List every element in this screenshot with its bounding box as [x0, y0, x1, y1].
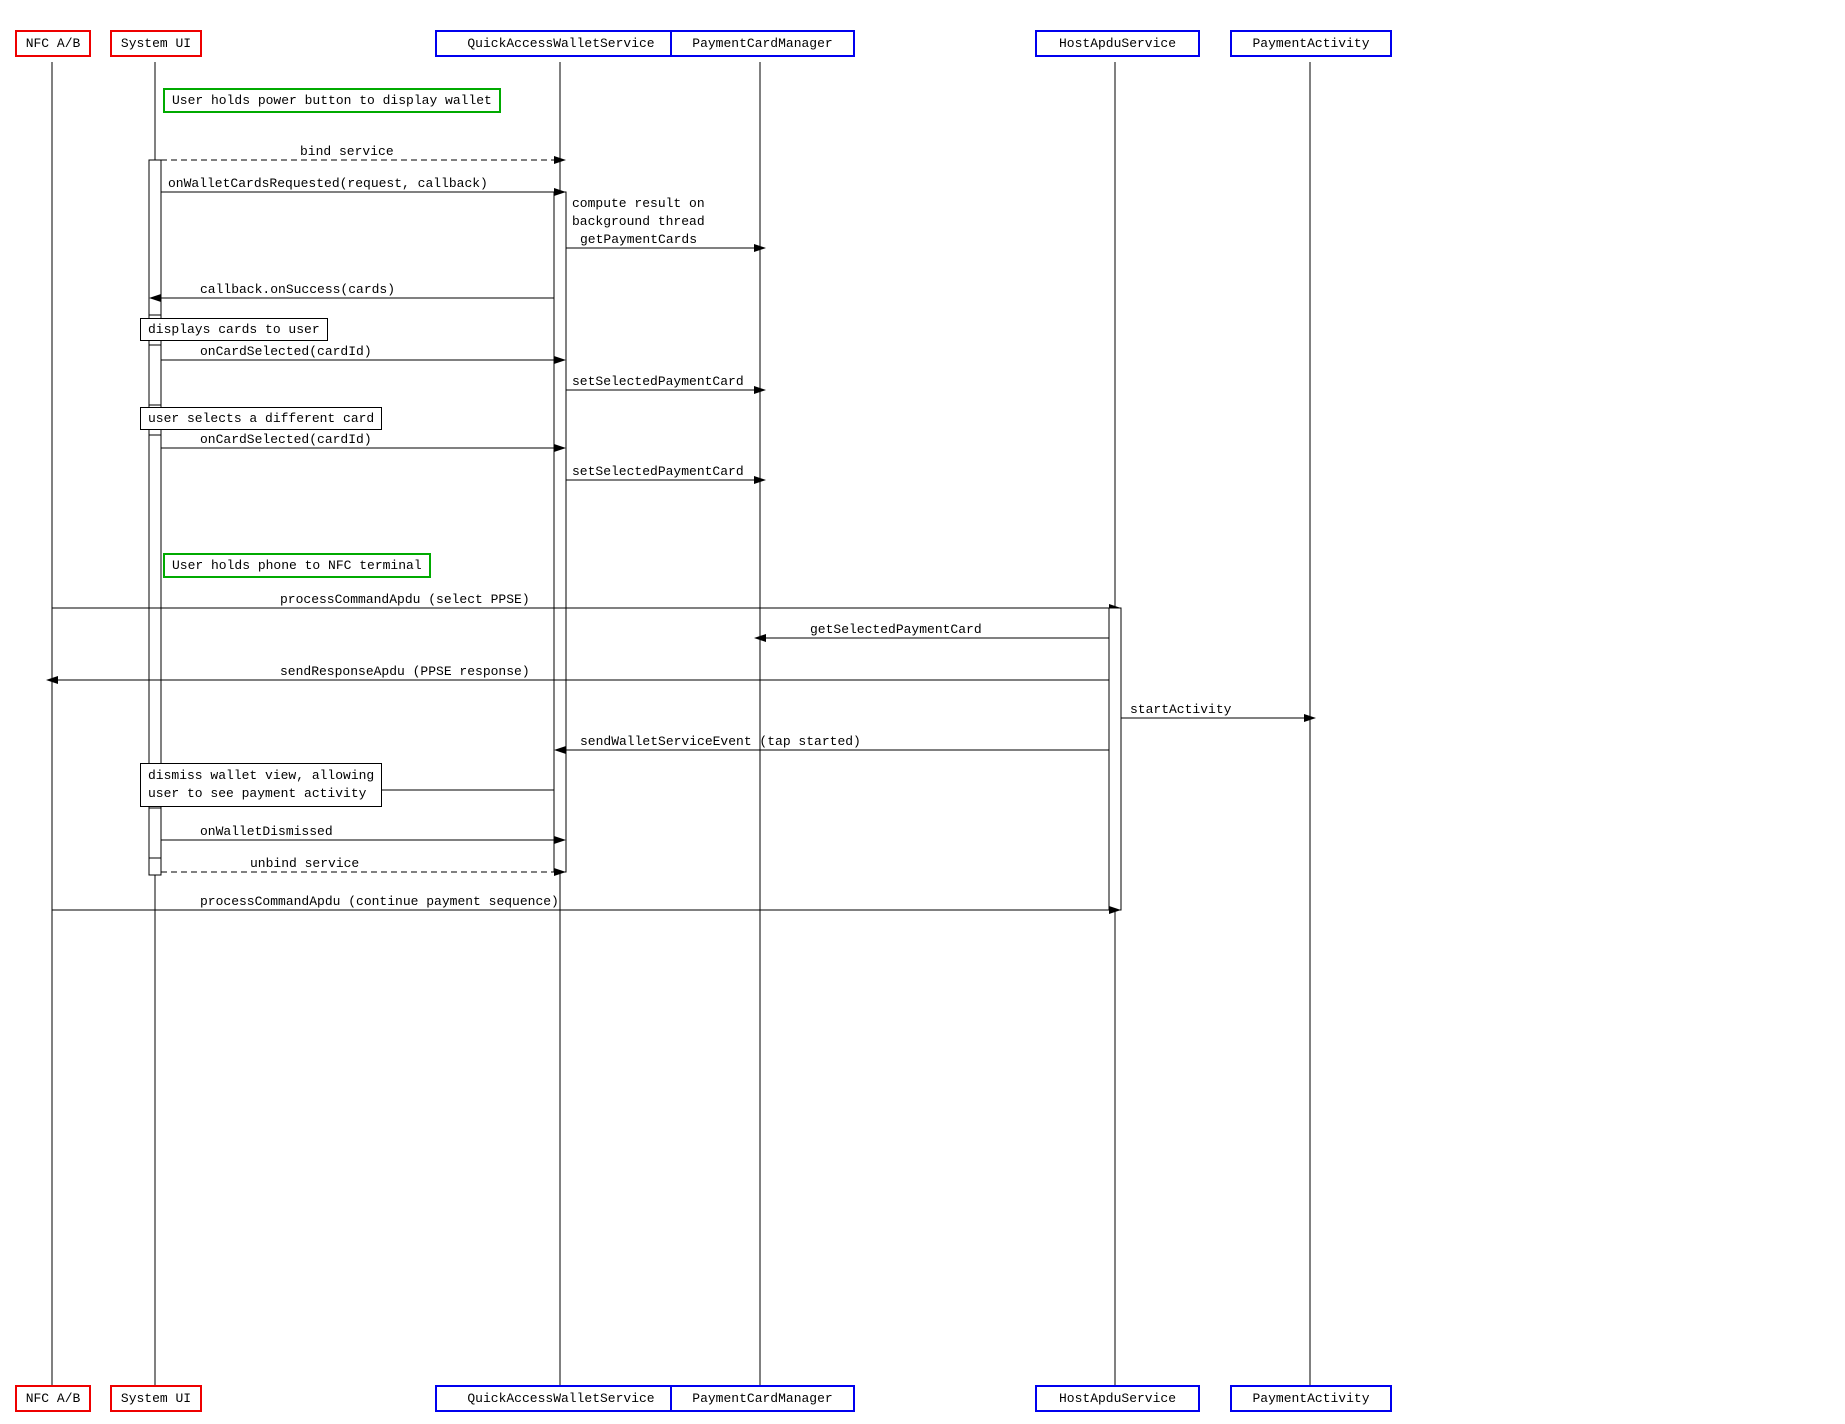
- svg-text:bind service: bind service: [300, 144, 394, 159]
- note-user-selects: user selects a different card: [140, 407, 382, 430]
- svg-text:sendWalletServiceEvent (tap st: sendWalletServiceEvent (tap started): [580, 734, 861, 749]
- svg-text:callback.onSuccess(cards): callback.onSuccess(cards): [200, 282, 395, 297]
- actor-qaws-top: QuickAccessWalletService: [435, 30, 687, 57]
- actor-pa-bottom: PaymentActivity: [1230, 1385, 1392, 1412]
- svg-text:getSelectedPaymentCard: getSelectedPaymentCard: [810, 622, 982, 637]
- svg-text:onCardSelected(cardId): onCardSelected(cardId): [200, 432, 372, 447]
- actor-pa-top: PaymentActivity: [1230, 30, 1392, 57]
- sequence-diagram: bind service onWalletCardsRequested(requ…: [0, 0, 1845, 1424]
- actor-pcm-bottom: PaymentCardManager: [670, 1385, 855, 1412]
- actor-pcm-top: PaymentCardManager: [670, 30, 855, 57]
- note-dismiss-wallet: dismiss wallet view, allowing user to se…: [140, 763, 382, 807]
- svg-text:getPaymentCards: getPaymentCards: [580, 232, 697, 247]
- actor-nfc-bottom: NFC A/B: [15, 1385, 91, 1412]
- actor-systemui-top: System UI: [110, 30, 202, 57]
- actor-qaws-bottom: QuickAccessWalletService: [435, 1385, 687, 1412]
- note-power-button: User holds power button to display walle…: [163, 88, 501, 113]
- svg-text:startActivity: startActivity: [1130, 702, 1232, 717]
- note-displays-cards: displays cards to user: [140, 318, 328, 341]
- actor-has-bottom: HostApduService: [1035, 1385, 1200, 1412]
- svg-text:sendResponseApdu (PPSE respons: sendResponseApdu (PPSE response): [280, 664, 530, 679]
- svg-text:processCommandApdu (continue p: processCommandApdu (continue payment seq…: [200, 894, 559, 909]
- svg-text:onWalletDismissed: onWalletDismissed: [200, 824, 333, 839]
- svg-text:processCommandApdu (select PPS: processCommandApdu (select PPSE): [280, 592, 530, 607]
- svg-text:setSelectedPaymentCard: setSelectedPaymentCard: [572, 374, 744, 389]
- note-nfc-terminal: User holds phone to NFC terminal: [163, 553, 431, 578]
- svg-text:setSelectedPaymentCard: setSelectedPaymentCard: [572, 464, 744, 479]
- actor-systemui-bottom: System UI: [110, 1385, 202, 1412]
- actor-nfc-top: NFC A/B: [15, 30, 91, 57]
- actor-has-top: HostApduService: [1035, 30, 1200, 57]
- diagram-svg: bind service onWalletCardsRequested(requ…: [0, 0, 1845, 1424]
- svg-text:onWalletCardsRequested(request: onWalletCardsRequested(request, callback…: [168, 176, 488, 191]
- svg-text:onCardSelected(cardId): onCardSelected(cardId): [200, 344, 372, 359]
- svg-text:unbind service: unbind service: [250, 856, 359, 871]
- note-compute-bg: compute result on background thread: [572, 195, 705, 231]
